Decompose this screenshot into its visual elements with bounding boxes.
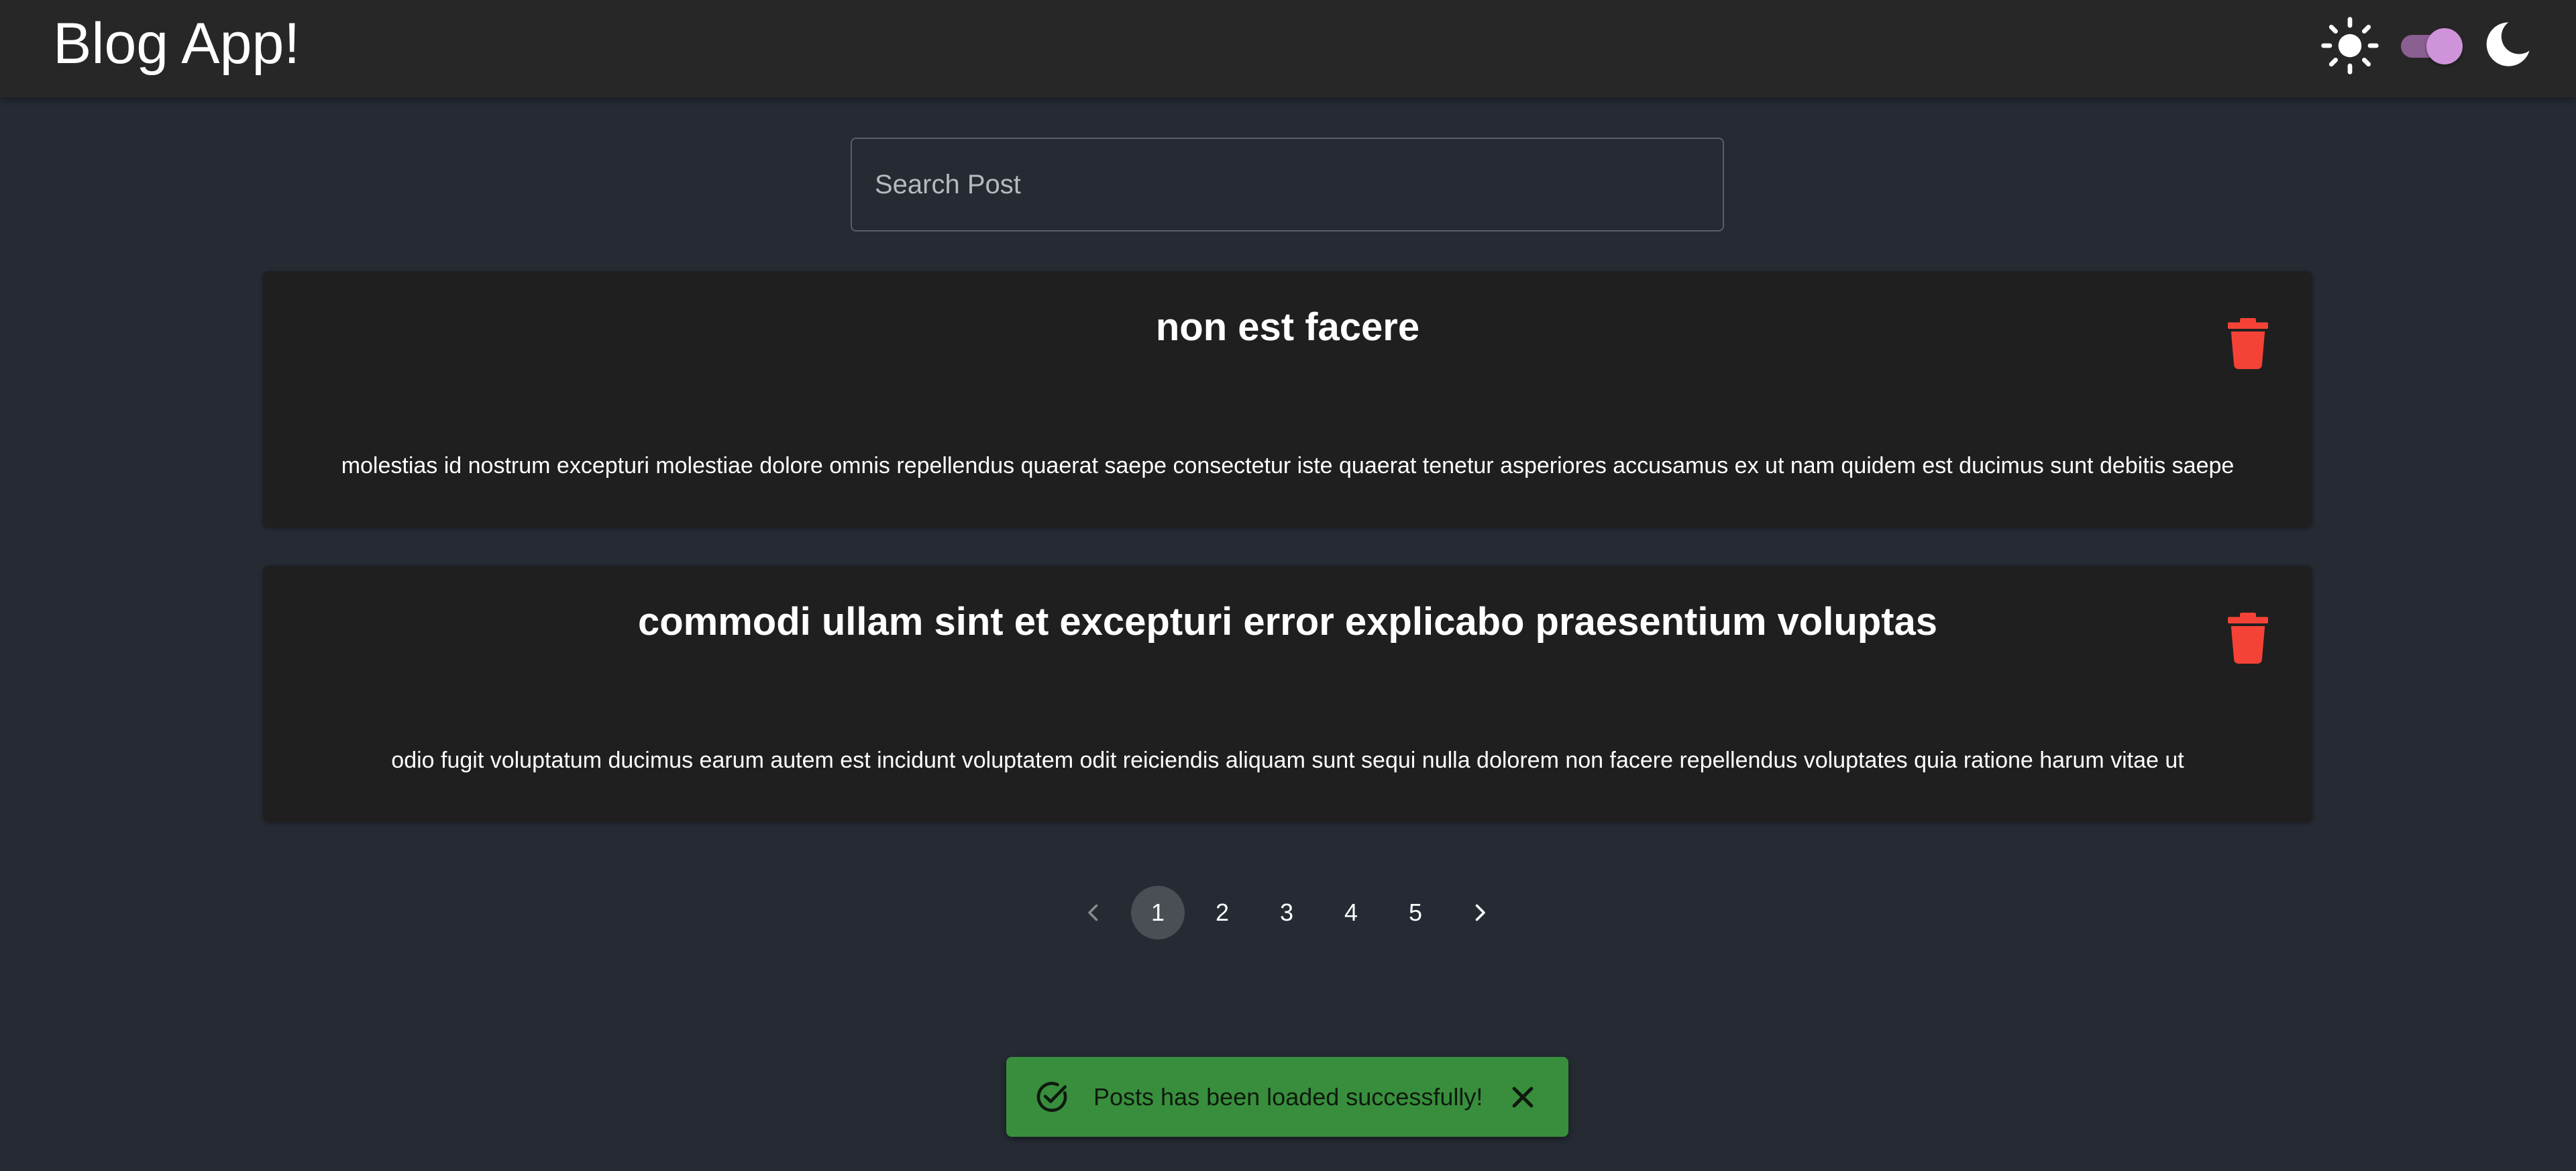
app-bar: Blog App! (0, 0, 2576, 97)
post-card: non est facere molestias id nostrum exce… (263, 271, 2312, 527)
snackbar-close-button[interactable] (1504, 1078, 1542, 1116)
moon-icon[interactable] (2481, 17, 2534, 71)
pagination-page-1[interactable]: 1 (1131, 886, 1185, 939)
pagination-page-4[interactable]: 4 (1324, 886, 1378, 939)
check-circle-icon (1036, 1081, 1067, 1112)
trash-icon (2228, 318, 2268, 370)
pagination-next-button[interactable] (1453, 886, 1507, 939)
theme-toggle-switch[interactable] (2398, 27, 2463, 64)
search-input[interactable] (852, 139, 1723, 230)
pagination-prev-button[interactable] (1067, 886, 1120, 939)
post-title: commodi ullam sint et excepturi error ex… (637, 600, 1938, 644)
search-field[interactable] (851, 138, 1724, 232)
post-card: commodi ullam sint et excepturi error ex… (263, 566, 2312, 822)
chevron-right-icon (1475, 904, 1485, 921)
close-icon (1512, 1086, 1534, 1107)
success-snackbar: Posts has been loaded successfully! (1006, 1057, 1568, 1137)
pagination-page-5[interactable]: 5 (1389, 886, 1442, 939)
chevron-left-icon (1088, 904, 1098, 921)
pagination: 1 2 3 4 5 (1067, 886, 1507, 939)
pagination-page-2[interactable]: 2 (1195, 886, 1249, 939)
delete-post-button[interactable] (2228, 613, 2268, 664)
sun-icon[interactable] (2320, 15, 2380, 76)
snackbar-message: Posts has been loaded successfully! (1093, 1082, 1483, 1111)
trash-icon (2228, 613, 2268, 664)
post-body: odio fugit voluptatum ducimus earum aute… (391, 748, 2184, 773)
pagination-page-3[interactable]: 3 (1260, 886, 1313, 939)
post-title: non est facere (1155, 305, 1420, 349)
theme-toggle-thumb (2426, 28, 2463, 64)
app-title: Blog App! (53, 11, 301, 76)
delete-post-button[interactable] (2228, 318, 2268, 370)
post-body: molestias id nostrum excepturi molestiae… (341, 453, 2235, 478)
